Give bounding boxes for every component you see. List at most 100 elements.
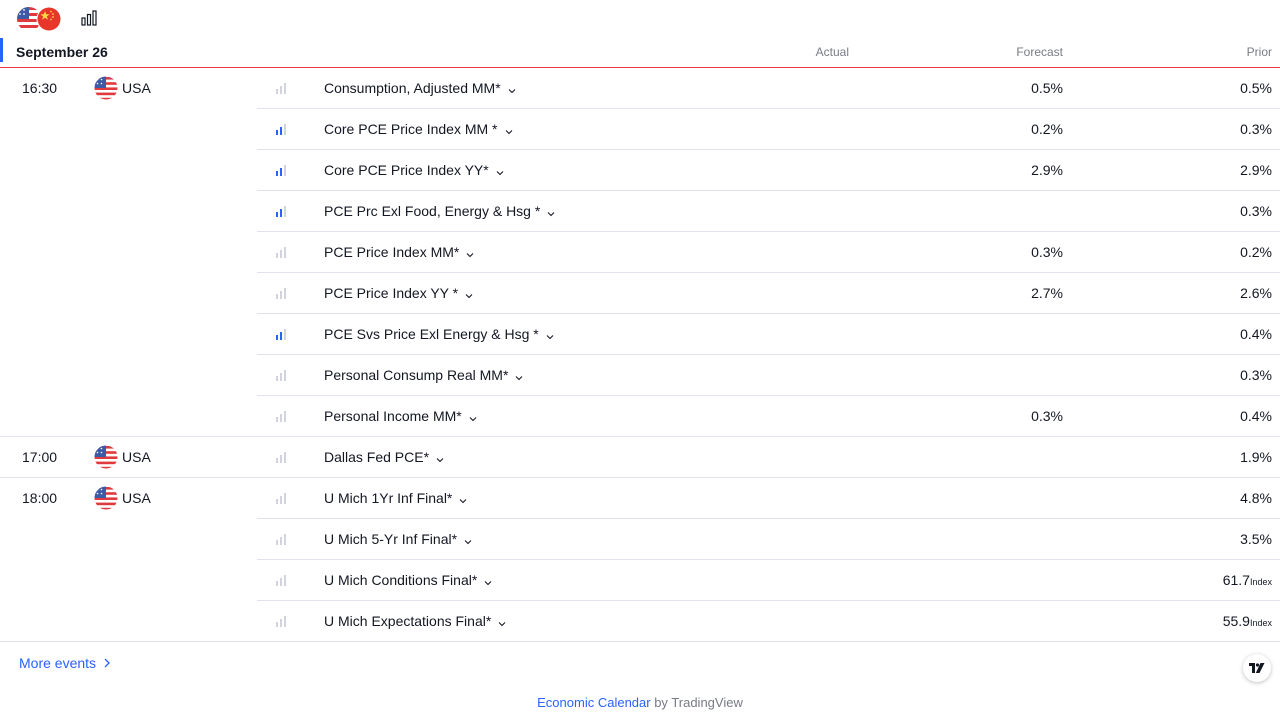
event-prior-value: 3.5% (1240, 531, 1272, 547)
more-events-label: More events (19, 655, 97, 671)
importance-bars-icon (81, 10, 97, 26)
day-header: September 26 Actual Forecast Prior (0, 38, 1280, 68)
event-row[interactable]: Personal Income MM* 0.3% 0.4% (0, 396, 1280, 437)
event-row[interactable]: Personal Consump Real MM* 0.3% (0, 355, 1280, 396)
country-filter-button[interactable] (16, 6, 64, 32)
footer-suffix: by TradingView (650, 695, 743, 710)
chevron-down-icon (463, 534, 473, 545)
column-header-forecast: Forecast (1016, 45, 1063, 59)
event-row[interactable]: Core PCE Price Index MM * 0.2% 0.3% (0, 109, 1280, 150)
event-row[interactable]: 18:00 USA U Mich 1Yr Inf Final* 4.8% (0, 478, 1280, 519)
event-prior: 55.9Index (1223, 613, 1272, 629)
event-title-button[interactable]: U Mich 1Yr Inf Final* (324, 490, 468, 506)
importance-icon (276, 492, 288, 504)
event-title-button[interactable]: U Mich Conditions Final* (324, 572, 493, 588)
toolbar (0, 0, 1280, 38)
chevron-down-icon (504, 124, 514, 135)
event-prior: 0.2% (1240, 244, 1272, 260)
event-title-button[interactable]: PCE Price Index YY * (324, 285, 474, 301)
event-prior-value: 0.4% (1240, 326, 1272, 342)
chevron-down-icon (514, 370, 524, 381)
event-forecast: 0.3% (1031, 408, 1063, 424)
event-prior-unit: Index (1249, 618, 1272, 628)
cn-flag-icon (36, 6, 62, 32)
event-row[interactable]: 17:00 USA Dallas Fed PCE* 1.9% (0, 437, 1280, 478)
event-title-button[interactable]: U Mich Expectations Final* (324, 613, 507, 629)
column-header-actual: Actual (815, 45, 849, 59)
importance-icon (276, 533, 288, 545)
event-country: USA (122, 490, 151, 506)
chevron-down-icon (468, 411, 478, 422)
chevron-down-icon (546, 206, 556, 217)
event-prior-value: 2.9% (1240, 162, 1272, 178)
event-title: PCE Prc Exl Food, Energy & Hsg * (324, 203, 541, 219)
event-prior-value: 2.6% (1240, 285, 1272, 301)
chevron-down-icon (497, 616, 507, 627)
importance-icon (276, 205, 288, 217)
event-prior: 0.3% (1240, 121, 1272, 137)
importance-icon (276, 574, 288, 586)
event-title-button[interactable]: PCE Svs Price Exl Energy & Hsg * (324, 326, 555, 342)
event-prior-value: 0.3% (1240, 367, 1272, 383)
event-row[interactable]: U Mich 5-Yr Inf Final* 3.5% (0, 519, 1280, 560)
tradingview-logo-icon (1249, 663, 1265, 673)
event-title: U Mich Conditions Final* (324, 572, 478, 588)
event-prior: 0.3% (1240, 367, 1272, 383)
event-title-button[interactable]: Personal Consump Real MM* (324, 367, 524, 383)
day-accent-bar (0, 38, 3, 62)
event-prior: 4.8% (1240, 490, 1272, 506)
event-prior-value: 4.8% (1240, 490, 1272, 506)
event-prior: 3.5% (1240, 531, 1272, 547)
event-title-button[interactable]: Personal Income MM* (324, 408, 478, 424)
chevron-down-icon (495, 165, 505, 176)
importance-icon (276, 615, 288, 627)
event-row[interactable]: Core PCE Price Index YY* 2.9% 2.9% (0, 150, 1280, 191)
event-row[interactable]: 16:30 USA Consumption, Adjusted MM* 0.5% 0.5… (0, 68, 1280, 109)
event-time: 17:00 (22, 449, 58, 465)
event-forecast: 0.3% (1031, 244, 1063, 260)
importance-filter-button[interactable] (80, 9, 100, 29)
importance-icon (276, 410, 288, 422)
event-prior-unit: Index (1249, 577, 1272, 587)
us-flag-icon (94, 76, 118, 100)
event-title-button[interactable]: Consumption, Adjusted MM* (324, 80, 517, 96)
event-forecast: 2.9% (1031, 162, 1063, 178)
event-row[interactable]: PCE Prc Exl Food, Energy & Hsg * 0.3% (0, 191, 1280, 232)
event-country: USA (122, 80, 151, 96)
event-row[interactable]: U Mich Conditions Final* 61.7Index (0, 560, 1280, 601)
event-prior-value: 1.9% (1240, 449, 1272, 465)
event-title-button[interactable]: Core PCE Price Index MM * (324, 121, 514, 137)
event-prior: 1.9% (1240, 449, 1272, 465)
event-title-button[interactable]: Dallas Fed PCE* (324, 449, 445, 465)
event-prior-value: 0.2% (1240, 244, 1272, 260)
event-title: Personal Consump Real MM* (324, 367, 509, 383)
event-title: U Mich 1Yr Inf Final* (324, 490, 453, 506)
chevron-down-icon (483, 575, 493, 586)
tradingview-logo-button[interactable] (1243, 654, 1271, 682)
event-row[interactable]: PCE Price Index MM* 0.3% 0.2% (0, 232, 1280, 273)
event-title-button[interactable]: Core PCE Price Index YY* (324, 162, 505, 178)
chevron-right-icon (104, 658, 110, 668)
event-title: Core PCE Price Index MM * (324, 121, 498, 137)
event-title-button[interactable]: PCE Price Index MM* (324, 244, 475, 260)
event-country: USA (122, 449, 151, 465)
event-title-button[interactable]: U Mich 5-Yr Inf Final* (324, 531, 473, 547)
event-row[interactable]: PCE Price Index YY * 2.7% 2.6% (0, 273, 1280, 314)
event-title: U Mich Expectations Final* (324, 613, 492, 629)
event-title-button[interactable]: PCE Prc Exl Food, Energy & Hsg * (324, 203, 556, 219)
event-row[interactable]: U Mich Expectations Final* 55.9Index (0, 601, 1280, 642)
chevron-down-icon (464, 288, 474, 299)
chevron-down-icon (458, 493, 468, 504)
economic-calendar-link[interactable]: Economic Calendar (537, 695, 650, 710)
events-list: 16:30 USA Consumption, Adjusted MM* 0.5% 0.5… (0, 68, 1280, 642)
event-row[interactable]: PCE Svs Price Exl Energy & Hsg * 0.4% (0, 314, 1280, 355)
event-title: U Mich 5-Yr Inf Final* (324, 531, 458, 547)
event-title: PCE Price Index YY * (324, 285, 459, 301)
event-prior: 0.4% (1240, 326, 1272, 342)
event-prior-value: 0.3% (1240, 203, 1272, 219)
event-title: Personal Income MM* (324, 408, 462, 424)
event-prior: 0.3% (1240, 203, 1272, 219)
importance-icon (276, 369, 288, 381)
more-events-link[interactable]: More events (19, 655, 110, 671)
event-title: Consumption, Adjusted MM* (324, 80, 501, 96)
